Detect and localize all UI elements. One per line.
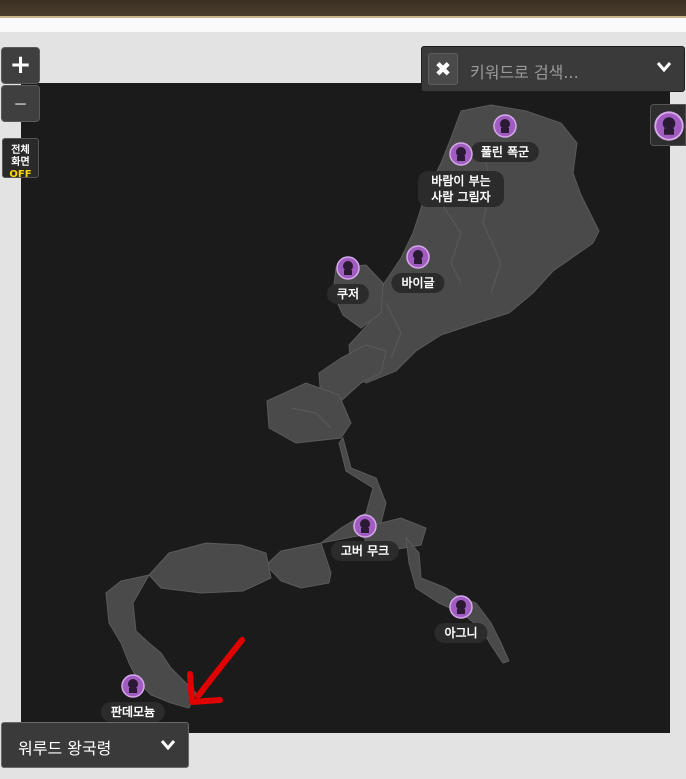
boss-portrait-icon[interactable] bbox=[449, 595, 473, 619]
search-placeholder[interactable]: 키워드로 검색... bbox=[470, 59, 579, 83]
chevron-down-icon[interactable] bbox=[160, 739, 176, 751]
fullscreen-label-line1: 전체 bbox=[11, 145, 30, 156]
fullscreen-state: OFF bbox=[9, 169, 32, 180]
region-select-value: 워루드 왕국령 bbox=[18, 739, 112, 758]
chevron-down-icon[interactable] bbox=[656, 61, 672, 73]
marker-label[interactable]: 바이글 bbox=[391, 273, 445, 293]
clear-search-button[interactable]: ✖ bbox=[428, 53, 458, 85]
marker-label[interactable]: 판데모늄 bbox=[100, 702, 166, 722]
marker-label[interactable]: 바람이 부는 사람 그림자 bbox=[418, 171, 504, 207]
marker-label[interactable]: 풀린 폭군 bbox=[470, 142, 540, 162]
boss-portrait-icon[interactable] bbox=[353, 514, 377, 538]
marker-label[interactable]: 아그니 bbox=[434, 623, 488, 643]
header-strip bbox=[0, 18, 686, 32]
boss-filter-button[interactable] bbox=[650, 104, 686, 146]
boss-portrait-icon[interactable] bbox=[406, 245, 430, 269]
top-banner bbox=[0, 0, 686, 18]
boss-portrait-icon bbox=[654, 111, 684, 141]
zoom-out-button[interactable]: – bbox=[1, 85, 40, 122]
marker-label[interactable]: 고버 무크 bbox=[330, 541, 400, 561]
boss-portrait-icon[interactable] bbox=[336, 256, 360, 280]
boss-portrait-icon[interactable] bbox=[449, 142, 473, 166]
red-arrow-annotation bbox=[187, 637, 245, 705]
fullscreen-toggle[interactable]: 전체 화면 OFF bbox=[2, 138, 39, 180]
map-landmass bbox=[105, 104, 600, 709]
fullscreen-label-line2: 화면 bbox=[11, 157, 30, 168]
map-canvas[interactable]: 풀린 폭군 바람이 부는 사람 그림자 바이글 쿠저 고버 무크 아그니 판데모… bbox=[21, 83, 670, 733]
region-select[interactable]: 워루드 왕국령 bbox=[1, 722, 189, 768]
marker-label[interactable]: 쿠저 bbox=[326, 284, 370, 304]
boss-portrait-icon[interactable] bbox=[121, 674, 145, 698]
zoom-in-button[interactable]: + bbox=[1, 47, 40, 84]
keyword-search[interactable]: ✖ 키워드로 검색... bbox=[421, 46, 685, 92]
boss-portrait-icon[interactable] bbox=[493, 114, 517, 138]
